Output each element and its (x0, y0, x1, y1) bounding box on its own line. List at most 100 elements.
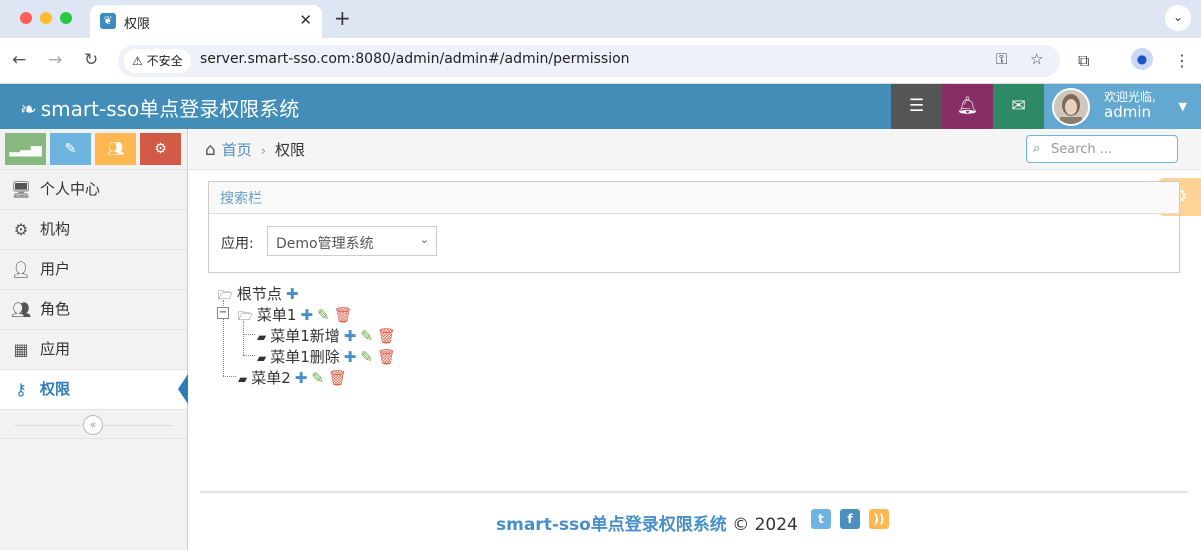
user-menu[interactable]: 欢迎光临, admin ▼ (1044, 84, 1201, 129)
close-icon[interactable]: ✕ (299, 11, 312, 29)
browser-tab[interactable]: ❦ 权限 ✕ (90, 5, 322, 38)
shortcut-edit-button[interactable]: ✎ (50, 133, 91, 165)
key-icon: ⚷ (15, 380, 27, 399)
sidebar-item-label: 权限 (40, 380, 71, 398)
key-icon[interactable]: ⚿ (996, 50, 1007, 68)
cogs-icon: ⚙ (154, 141, 167, 157)
tasks-icon: ☰ (908, 96, 925, 116)
pencil-icon[interactable]: ✎ (360, 327, 373, 345)
shortcut-users-button[interactable]: 👥︎ (95, 133, 136, 165)
add-icon[interactable]: ✚ (295, 369, 308, 387)
bell-icon: 🔔︎ (956, 96, 979, 116)
url-field[interactable]: ⚠ 不安全 server.smart-sso.com:8080/admin/ad… (118, 45, 1060, 77)
pencil-icon[interactable]: ✎ (311, 369, 324, 387)
username: admin (1104, 103, 1151, 121)
maximize-window-button[interactable] (60, 12, 72, 24)
tree-node-menu1-del[interactable]: ▰ 菜单1删除 ✚ ✎ 🗑︎ (257, 346, 396, 367)
extensions-icon[interactable]: ⧉ (1078, 51, 1089, 71)
app-select[interactable]: Demo管理系统 ⌄ (267, 226, 437, 256)
leaf-icon: ❧ (20, 97, 37, 121)
collapse-sidebar-button[interactable]: « (83, 415, 103, 435)
app-select-value: Demo管理系统 (276, 236, 374, 252)
footer-copyright: © 2024 (732, 515, 798, 535)
profile-icon[interactable]: ● (1131, 48, 1153, 70)
security-indicator[interactable]: ⚠ 不安全 (124, 49, 191, 73)
pencil-icon[interactable]: ✎ (360, 348, 373, 366)
forward-icon[interactable]: → (48, 50, 62, 70)
avatar (1052, 88, 1090, 126)
trash-icon[interactable]: 🗑︎ (328, 369, 347, 387)
user-icon: 👤︎ (10, 260, 32, 279)
caret-down-icon: ▼ (1178, 100, 1187, 113)
search-icon: ⌕ (1033, 141, 1041, 156)
footer-brand: smart-sso单点登录权限系统 (496, 515, 727, 535)
grid-icon: ▦ (13, 340, 29, 359)
tree-node-label: 菜单1 (256, 306, 297, 324)
tasks-button[interactable]: ☰ (891, 84, 942, 129)
close-window-button[interactable] (20, 12, 32, 24)
pencil-icon[interactable]: ✎ (317, 306, 330, 324)
reload-icon[interactable]: ↻ (84, 50, 98, 70)
shortcut-settings-button[interactable]: ⚙ (140, 133, 181, 165)
tree-connector (243, 355, 255, 356)
sidebar-item-apps[interactable]: ▦ 应用 (0, 329, 187, 369)
url-text[interactable]: server.smart-sso.com:8080/admin/admin#/a… (200, 51, 630, 67)
messages-button[interactable]: ✉ (993, 84, 1044, 129)
folder-open-icon: 🗁︎ (238, 309, 253, 323)
app-label: 应用: (221, 236, 254, 252)
minimize-window-button[interactable] (40, 12, 52, 24)
collapse-node-toggle[interactable]: − (217, 307, 229, 319)
chevron-down-icon[interactable]: ⌄ (1165, 5, 1191, 31)
shortcut-stats-button[interactable]: ▂▃▅ (5, 133, 46, 165)
address-bar: ← → ↻ ⚠ 不安全 server.smart-sso.com:8080/ad… (0, 38, 1201, 84)
users-icon: 👥︎ (10, 300, 32, 319)
sidebar-item-label: 个人中心 (40, 180, 101, 198)
facebook-icon[interactable]: f (840, 509, 860, 529)
brand-title: smart-sso单点登录权限系统 (40, 97, 300, 121)
tree-connector (223, 376, 236, 377)
sidebar-item-org[interactable]: ⚙ 机构 (0, 209, 187, 249)
add-icon[interactable]: ✚ (344, 327, 357, 345)
twitter-icon[interactable]: t (811, 509, 831, 529)
sidebar-shortcuts: ▂▃▅ ✎ 👥︎ ⚙ (0, 129, 187, 169)
breadcrumb-home-link[interactable]: 首页 (222, 141, 252, 159)
welcome-text: 欢迎光临, admin (1104, 90, 1156, 120)
trash-icon[interactable]: 🗑︎ (377, 348, 396, 366)
new-tab-icon[interactable]: + (334, 6, 351, 30)
search-panel-title: 搜索栏 (209, 182, 1179, 214)
star-icon[interactable]: ☆ (1030, 50, 1043, 68)
tree-connector (243, 334, 255, 335)
sidebar-item-label: 机构 (40, 220, 71, 238)
secure-label: 不安全 (146, 54, 183, 68)
rss-icon[interactable]: )) (869, 509, 889, 529)
sidebar-item-label: 应用 (40, 340, 71, 358)
sidebar-item-permission[interactable]: ⚷ 权限 (0, 369, 188, 409)
tree-node-menu2[interactable]: ▰ 菜单2 ✚ ✎ 🗑︎ (238, 367, 347, 388)
breadcrumb: ⌂ 首页 › 权限 ⌕ Search ... (189, 129, 1201, 170)
footer-divider (200, 491, 1188, 493)
monitor-icon: 🖥︎ (10, 180, 32, 199)
trash-icon[interactable]: 🗑︎ (377, 327, 396, 345)
home-icon: ⌂ (205, 140, 216, 160)
notifications-button[interactable]: 🔔︎ (942, 84, 993, 129)
tree-node-menu1-add[interactable]: ▰ 菜单1新增 ✚ ✎ 🗑︎ (257, 325, 396, 346)
trash-icon[interactable]: 🗑︎ (334, 306, 353, 324)
sidebar-item-users[interactable]: 👤︎ 用户 (0, 249, 187, 289)
tab-title: 权限 (124, 17, 151, 32)
search-input[interactable]: ⌕ Search ... (1026, 135, 1178, 163)
breadcrumb-current: 权限 (275, 141, 306, 159)
add-icon[interactable]: ✚ (344, 348, 357, 366)
sidebar-item-profile[interactable]: 🖥︎ 个人中心 (0, 169, 187, 209)
search-panel: 搜索栏 应用: Demo管理系统 ⌄ (208, 181, 1180, 273)
folder-open-icon: 🗁︎ (218, 288, 233, 302)
back-icon[interactable]: ← (12, 50, 26, 70)
brand[interactable]: ❧ smart-sso单点登录权限系统 (20, 93, 299, 122)
add-icon[interactable]: ✚ (300, 306, 313, 324)
menu-icon[interactable]: ⋮ (1174, 51, 1190, 70)
sidebar-item-roles[interactable]: 👥︎ 角色 (0, 289, 187, 329)
file-icon: ▰ (238, 372, 248, 386)
app-header: ❧ smart-sso单点登录权限系统 ☰ 🔔︎ ✉ 欢迎光临, admin ▼ (0, 84, 1201, 129)
add-icon[interactable]: ✚ (286, 285, 299, 303)
footer: smart-sso单点登录权限系统 © 2024 (496, 510, 798, 535)
tree-node-label: 菜单1新增 (270, 327, 340, 345)
